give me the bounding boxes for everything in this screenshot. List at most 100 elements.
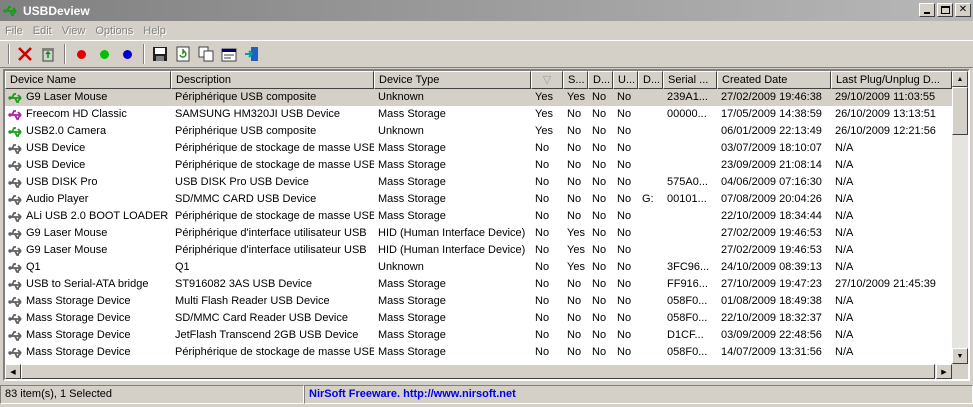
cell-col-description: Périphérique USB composite [175,125,317,137]
cell-col-drive-letter [638,225,663,242]
header-col-connected[interactable]: ▽ [531,71,563,89]
table-row[interactable]: USB2.0 Camera Périphérique USB composite U… [5,123,952,140]
cell-col-connected: Yes [535,108,553,120]
header-col-serial[interactable]: Serial ... [663,71,717,89]
vertical-scroll-thumb[interactable] [952,87,968,135]
table-row[interactable]: Mass Storage Device JetFlash Transcend 2G… [5,327,952,344]
table-row[interactable]: ALi USB 2.0 BOOT LOADER Périphérique de s… [5,208,952,225]
header-col-created-date[interactable]: Created Date [717,71,831,89]
horizontal-scroll-thumb[interactable] [21,364,935,379]
app-window: USBDeview ✕ File Edit View Options Help [0,0,973,407]
table-row[interactable]: G9 Laser Mouse Périphérique d'interface u… [5,225,952,242]
cell-col-last-plug: N/A [835,312,854,324]
device-name-text: Freecom HD Classic [26,108,127,120]
scroll-up-button[interactable]: ▲ [952,71,968,87]
close-icon: ✕ [958,4,968,15]
cell-col-created-date: 14/07/2009 13:31:56 [721,346,822,358]
scroll-down-button[interactable]: ▼ [952,348,968,364]
blue-dot-button[interactable] [116,43,138,65]
table-row[interactable]: Mass Storage Device Multi Flash Reader US… [5,293,952,310]
header-label: Serial ... [668,74,709,86]
header-col-last-plug[interactable]: Last Plug/Unplug D... [831,71,952,89]
menu-file[interactable]: File [0,25,28,37]
status-nirsoft-link[interactable]: NirSoft Freeware. http://www.nirsoft.net [304,385,973,404]
uninstall-button[interactable] [14,43,36,65]
cell-col-usb-hub: No [617,312,632,324]
device-name-text: Audio Player [26,193,89,205]
table-row[interactable]: G9 Laser Mouse Périphérique d'interface u… [5,242,952,259]
menu-view[interactable]: View [57,25,91,37]
header-col-device-type[interactable]: Device Type [374,71,531,89]
cell-col-created-date: 17/05/2009 14:38:59 [721,108,822,120]
exit-button[interactable] [241,43,263,65]
cell-col-drive-letter [638,242,663,259]
menu-options[interactable]: Options [90,25,138,37]
usb-device-icon [8,279,22,290]
cell-col-usb-hub: No [617,261,632,273]
copy-button[interactable] [195,43,217,65]
header-col-safe-to-unplug[interactable]: S... [563,71,588,89]
cell-col-device-type: Mass Storage [378,295,446,307]
blue-dot-icon [122,49,132,59]
usb-device-icon [8,245,22,256]
cell-col-drive-letter [638,327,663,344]
cell-col-usb-hub: No [617,346,632,358]
table-row[interactable]: G9 Laser Mouse Périphérique USB composite… [5,89,952,106]
table-row[interactable]: Freecom HD Classic SAMSUNG HM320JI USB De… [5,106,952,123]
header-col-disabled[interactable]: D... [588,71,613,89]
device-list[interactable]: Device Name Description Device Type ▽ S... D.… [3,69,970,381]
header-label: D... [643,74,661,86]
scroll-left-button[interactable]: ◀ [5,364,21,379]
exit-icon [245,47,258,61]
usb-device-icon [8,330,22,341]
table-row[interactable]: USB DISK Pro USB DISK Pro USB Device Mass … [5,174,952,191]
cell-col-usb-hub: No [617,244,632,256]
menu-help[interactable]: Help [138,25,171,37]
cell-col-serial [663,225,717,242]
scroll-right-button[interactable]: ▶ [936,364,952,379]
recycle-button[interactable] [37,43,59,65]
cell-col-last-plug: 29/10/2009 11:03:55 [835,91,936,103]
cell-col-description: Périphérique de stockage de masse USB [175,346,374,358]
header-col-device-name[interactable]: Device Name [5,71,171,89]
table-row[interactable]: USB Device Périphérique de stockage de ma… [5,140,952,157]
table-row[interactable]: USB Device Périphérique de stockage de ma… [5,157,952,174]
title-bar[interactable]: USBDeview ✕ [0,0,973,21]
horizontal-scrollbar[interactable]: ◀ ▶ [5,364,952,379]
usb-device-icon [8,143,22,154]
cell-col-device-type: Mass Storage [378,193,446,205]
cell-col-created-date: 01/08/2009 18:49:38 [721,295,822,307]
cell-col-last-plug: N/A [835,210,854,222]
toolbar [0,40,973,68]
save-button[interactable] [149,43,171,65]
refresh-button[interactable] [172,43,194,65]
table-row[interactable]: Mass Storage Device SD/MMC Card Reader US… [5,310,952,327]
table-row[interactable]: Q1 Q1 Unknown No Yes No No 3FC96... 24/10/2009 0… [5,259,952,276]
vertical-scrollbar[interactable]: ▲ ▼ [952,71,968,364]
table-row[interactable]: Mass Storage Device Périphérique de stock… [5,344,952,361]
cell-col-device-type: Mass Storage [378,176,446,188]
cell-col-device-type: Unknown [378,261,424,273]
header-col-usb-hub[interactable]: U... [613,71,638,89]
menu-edit[interactable]: Edit [28,25,57,37]
header-label: S... [568,74,585,86]
close-button[interactable]: ✕ [955,3,971,17]
cell-col-drive-letter [638,259,663,276]
header-col-description[interactable]: Description [171,71,374,89]
cell-col-last-plug: 26/10/2009 13:13:51 [835,108,936,120]
usb-device-icon [8,109,22,120]
red-dot-button[interactable] [70,43,92,65]
cell-col-created-date: 27/02/2009 19:46:53 [721,244,822,256]
minimize-button[interactable] [919,3,935,17]
table-row[interactable]: Audio Player SD/MMC CARD USB Device Mass S… [5,191,952,208]
table-row[interactable]: USB to Serial-ATA bridge ST916082 3AS USB… [5,276,952,293]
cell-col-description: Périphérique USB composite [175,91,317,103]
green-dot-button[interactable] [93,43,115,65]
arrow-left-icon: ◀ [10,368,16,376]
properties-button[interactable] [218,43,240,65]
maximize-button[interactable] [937,3,953,17]
cell-col-drive-letter [638,140,663,157]
header-col-drive-letter[interactable]: D... [638,71,663,89]
cell-col-usb-hub: No [617,210,632,222]
cell-col-disabled: No [592,108,607,120]
